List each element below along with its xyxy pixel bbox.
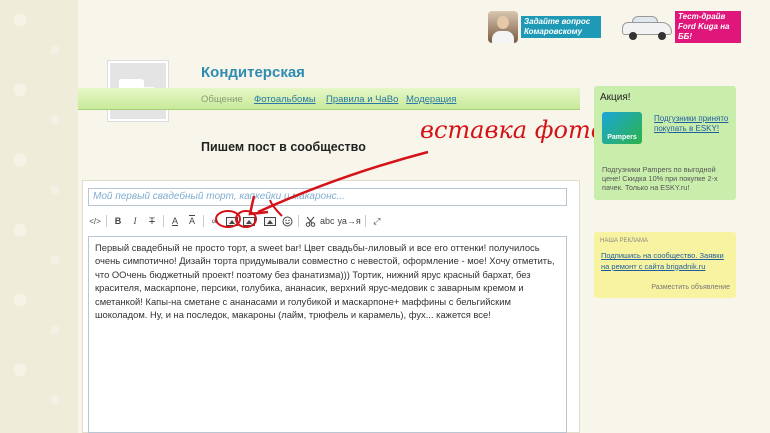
- place-ad-link[interactable]: Разместить объявление: [651, 284, 730, 291]
- scissors-icon: [305, 216, 315, 227]
- aktsiya-title: Акция!: [600, 92, 631, 103]
- toolbar-divider: [106, 215, 107, 227]
- toolbar-divider: [298, 215, 299, 227]
- spellcheck-button[interactable]: abc: [320, 213, 335, 229]
- cut-button[interactable]: [303, 213, 317, 229]
- tab-rules[interactable]: Правила и ЧаВо: [326, 94, 398, 105]
- our-ads: наша реклама Подпишись на сообщество. За…: [594, 232, 736, 298]
- insert-image-button[interactable]: [225, 213, 239, 229]
- promo-komarovsky-label: Задайте вопрос Комаровскому: [521, 16, 601, 38]
- pampers-link[interactable]: Подгузники принято покупать в ESKY!: [654, 114, 732, 134]
- pampers-image[interactable]: Pampers: [602, 112, 642, 144]
- html-source-button[interactable]: </>: [88, 213, 102, 229]
- insert-album-photo-button[interactable]: [242, 213, 256, 229]
- tab-obshchenie[interactable]: Общение: [201, 94, 243, 105]
- toolbar-divider: [163, 215, 164, 227]
- doctor-avatar: [488, 11, 518, 43]
- tab-photoalbums[interactable]: Фотоальбомы: [254, 94, 316, 105]
- translit-button[interactable]: уа→я: [338, 213, 361, 229]
- photo-album-icon: [243, 216, 255, 226]
- promo-ford[interactable]: Тест-драйв Ford Kuga на ББ!: [622, 10, 741, 44]
- page-title: Пишем пост в сообщество: [201, 140, 366, 154]
- strikethrough-button[interactable]: T: [145, 213, 159, 229]
- image-icon: [226, 216, 238, 226]
- annotation-label: вставка фото: [420, 116, 606, 144]
- toolbar-divider: [203, 215, 204, 227]
- clear-format-button[interactable]: A: [185, 213, 199, 229]
- italic-button[interactable]: I: [128, 213, 142, 229]
- post-title-input[interactable]: Мой первый свадебный торт, капкейки и ма…: [88, 188, 567, 206]
- community-nav: Общение Фотоальбомы Правила и ЧаВо Модер…: [78, 88, 580, 110]
- bold-button[interactable]: B: [111, 213, 125, 229]
- promo-aktsiya: Акция! Pampers Подгузники принято покупа…: [594, 86, 736, 200]
- smiley-icon: [282, 216, 292, 226]
- ad-label: наша реклама: [600, 238, 648, 244]
- insert-video-button[interactable]: [263, 213, 277, 229]
- promo-komarovsky[interactable]: Задайте вопрос Комаровскому: [488, 10, 601, 44]
- promo-ford-label: Тест-драйв Ford Kuga на ББ!: [675, 11, 741, 43]
- video-icon: [264, 216, 276, 226]
- link-button[interactable]: ∞: [208, 213, 222, 229]
- pampers-brand: Pampers: [607, 134, 637, 141]
- fullscreen-button[interactable]: ⤢: [370, 213, 384, 229]
- smiley-button[interactable]: [280, 213, 294, 229]
- tab-moderation[interactable]: Модерация: [406, 94, 456, 105]
- font-color-button[interactable]: A: [168, 213, 182, 229]
- pampers-description: Подгузники Pampers по выгодной цене! Ски…: [602, 165, 718, 192]
- toolbar-divider: [364, 215, 366, 227]
- post-body-editor[interactable]: Первый свадебный не просто торт, а sweet…: [88, 236, 567, 433]
- community-title[interactable]: Кондитерская: [201, 64, 305, 81]
- ad-link[interactable]: Подпишись на сообщество. Заявки на ремон…: [601, 251, 731, 272]
- editor-toolbar: </> B I T A A ∞ abc уа→я ⤢: [88, 212, 567, 230]
- car-image: [622, 14, 672, 40]
